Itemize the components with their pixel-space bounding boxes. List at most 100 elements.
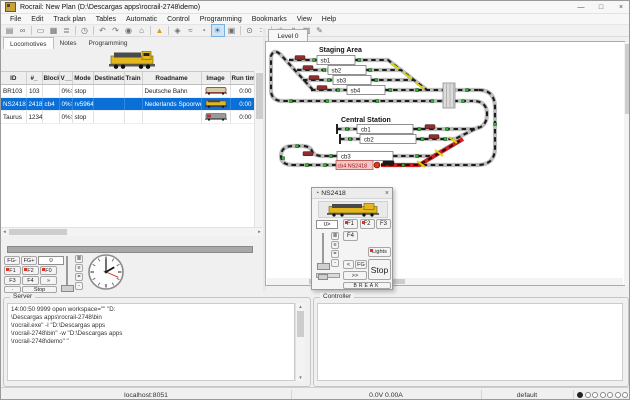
scroll-left-icon[interactable]: ◄ — [1, 228, 8, 235]
cell-train[interactable] — [124, 110, 143, 124]
fg-minus-button[interactable]: FG- — [4, 256, 20, 265]
col-mode[interactable]: Mode — [72, 72, 94, 85]
edit-icon[interactable]: ✎ — [314, 25, 326, 36]
col-num[interactable]: #_ — [26, 72, 43, 85]
minimize-button[interactable]: — — [571, 1, 591, 14]
scroll-up-icon[interactable]: ▲ — [297, 303, 304, 310]
controller-log[interactable] — [317, 303, 623, 381]
cell-destination[interactable] — [93, 97, 125, 111]
col-roadname[interactable]: Roadname — [142, 72, 202, 85]
cell-train[interactable] — [124, 84, 143, 98]
menu-bookmarks[interactable]: Bookmarks — [247, 16, 292, 23]
tab-programming[interactable]: Programming — [82, 37, 133, 49]
search-icon[interactable]: ⊙ — [244, 25, 256, 36]
open-icon[interactable]: ▭ — [35, 25, 47, 36]
dialog-f2-button[interactable]: F2 — [359, 219, 375, 229]
cell-runtime[interactable]: 0:00 — [230, 110, 254, 124]
menu-view[interactable]: View — [292, 16, 317, 23]
cell-destination[interactable] — [93, 110, 125, 124]
f1-button[interactable]: F1 — [4, 266, 21, 275]
record-icon[interactable]: ◉ — [123, 25, 135, 36]
dialog-f4-button[interactable]: F4 — [343, 231, 358, 241]
dialog-fg-button[interactable]: FG — [355, 260, 367, 269]
cell-runtime[interactable]: 0:00 — [230, 97, 254, 111]
fast-forward-button[interactable]: » — [40, 276, 57, 285]
tab-notes[interactable]: Notes — [54, 37, 83, 49]
cell-block[interactable] — [42, 84, 60, 98]
col-v[interactable]: V__ — [59, 72, 73, 85]
server-log[interactable]: 14:00:50 9999 open workspace="" "D: \Des… — [7, 303, 295, 381]
vcruise-preset-button[interactable]: ≡ — [75, 264, 83, 272]
dialog-vmax-preset-button[interactable]: ≣ — [331, 232, 339, 240]
dialog-lights-button[interactable]: Lights — [368, 247, 391, 257]
throttle-dialog[interactable]: ◔ NS2418 × ≣ ≡ = - F1 F2 F3 — [311, 187, 393, 290]
cell-id[interactable]: NS2418 — [1, 97, 27, 111]
cell-mode[interactable]: stop — [72, 110, 94, 124]
table-row[interactable]: Taurus 1234 0%> stop 0:00 — [1, 110, 254, 124]
f3-button[interactable]: F3 — [4, 276, 21, 285]
vmin-preset-button[interactable]: - — [75, 282, 83, 290]
col-block[interactable]: Block — [42, 72, 60, 85]
cell-destination[interactable] — [93, 84, 125, 98]
cell-v[interactable]: 0%> — [59, 84, 73, 98]
dialog-vcruise-preset-button[interactable]: ≡ — [331, 241, 339, 249]
undo-icon[interactable]: ↶ — [97, 25, 109, 36]
dialog-vertical-slider[interactable] — [317, 232, 330, 270]
dialog-vmid-preset-button[interactable]: = — [331, 250, 339, 258]
monitor-icon[interactable]: ▣ — [226, 25, 238, 36]
maximize-button[interactable]: □ — [591, 1, 611, 14]
menu-edit[interactable]: Edit — [26, 16, 48, 23]
col-train[interactable]: Train — [124, 72, 143, 85]
dialog-stop-button[interactable]: Stop — [368, 259, 391, 280]
cell-id[interactable]: Taurus — [1, 110, 27, 124]
col-runtime[interactable]: Run time — [230, 72, 254, 85]
menu-tables[interactable]: Tables — [91, 16, 121, 23]
menu-automatic[interactable]: Automatic — [121, 16, 162, 23]
col-image[interactable]: Image — [201, 72, 231, 85]
cell-mode[interactable]: stop — [72, 84, 94, 98]
dialog-title-bar[interactable]: ◔ NS2418 × — [312, 188, 392, 199]
dialog-next-button[interactable]: >> — [343, 271, 367, 280]
menu-help[interactable]: Help — [317, 16, 341, 23]
cell-roadname[interactable] — [142, 110, 202, 124]
menu-track-plan[interactable]: Track plan — [48, 16, 90, 23]
cell-mode[interactable]: rv5964 — [72, 97, 94, 111]
scroll-right-icon[interactable]: ► — [256, 228, 263, 235]
menu-file[interactable]: File — [5, 16, 26, 23]
table-row[interactable]: BR103 103 0%> stop Deutsche Bahn 0:00 — [1, 84, 254, 98]
cell-roadname[interactable]: Nederlands Spoorwegen — [142, 97, 202, 111]
cell-v[interactable]: 0%> — [59, 110, 73, 124]
cell-num[interactable]: 103 — [26, 84, 43, 98]
dialog-f1-button[interactable]: F1 — [343, 219, 358, 229]
stop-button[interactable]: Stop — [22, 286, 57, 293]
f4-button[interactable]: F4 — [22, 276, 39, 285]
table-hscrollbar[interactable]: ◄ ► — [1, 227, 263, 236]
cell-image[interactable] — [201, 97, 231, 111]
redo-icon[interactable]: ↷ — [110, 25, 122, 36]
vmax-preset-button[interactable]: ≣ — [75, 255, 83, 263]
cell-id[interactable]: BR103 — [1, 84, 27, 98]
scroll-down-icon[interactable]: ▼ — [297, 374, 304, 381]
warning-icon[interactable]: ▲ — [154, 25, 166, 36]
cell-block[interactable]: cb4 — [42, 97, 60, 111]
f0-button[interactable]: F0 — [40, 266, 57, 275]
lock-icon[interactable]: ◈ — [172, 25, 184, 36]
server-log-scrollbar[interactable]: ▲ ▼ — [295, 303, 305, 381]
menu-programming[interactable]: Programming — [195, 16, 247, 23]
power-on-icon[interactable]: ☀ — [210, 24, 225, 37]
close-button[interactable]: × — [611, 1, 629, 14]
dialog-mini-hslider[interactable] — [316, 273, 340, 280]
speed-slider[interactable] — [7, 246, 253, 253]
plan-vscrollbar[interactable] — [624, 42, 629, 285]
cell-num[interactable]: 1234 — [26, 110, 43, 124]
dialog-f3-button[interactable]: F3 — [376, 219, 391, 229]
dialog-prev-button[interactable]: < — [343, 260, 354, 269]
signal-red[interactable] — [373, 161, 381, 169]
cell-image[interactable] — [201, 84, 231, 98]
cell-train[interactable] — [124, 97, 143, 111]
cell-num[interactable]: 2418 — [26, 97, 43, 111]
f2-button[interactable]: F2 — [22, 266, 39, 275]
power-icon[interactable]: ◷ — [79, 25, 91, 36]
cell-roadname[interactable]: Deutsche Bahn — [142, 84, 202, 98]
cell-block[interactable] — [42, 110, 60, 124]
